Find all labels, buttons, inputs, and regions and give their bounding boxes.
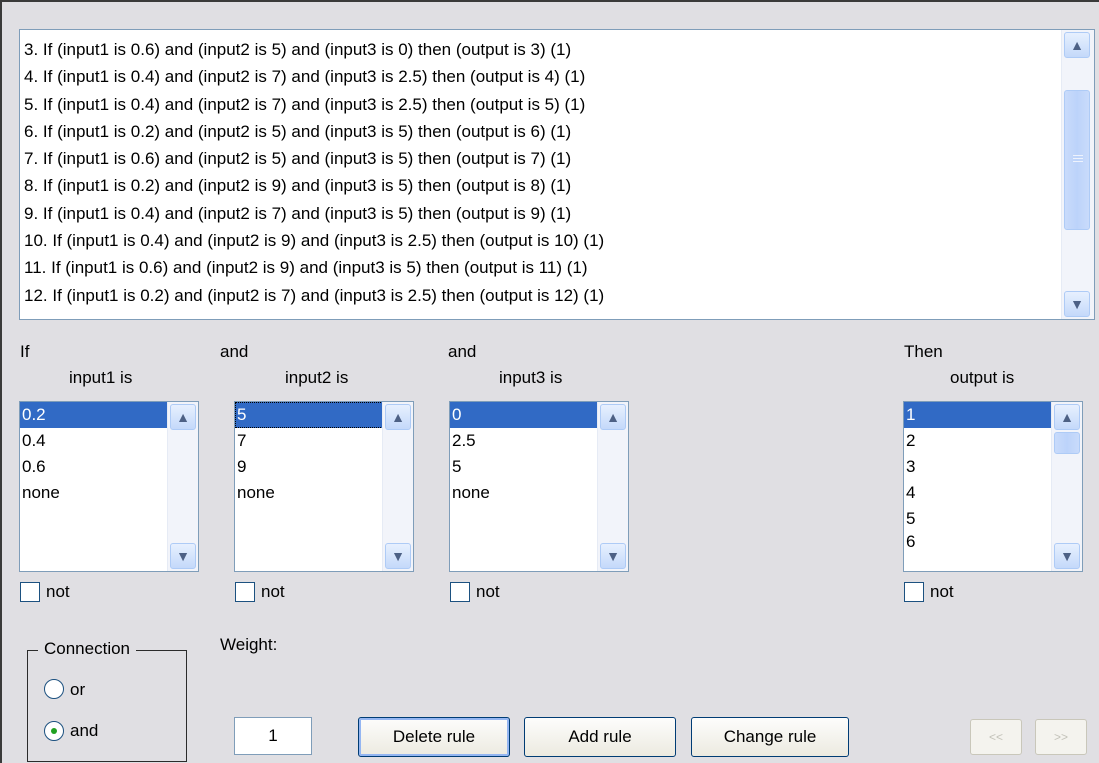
weight-input[interactable]: 1 [234, 717, 312, 755]
and-label-1: and [220, 342, 249, 361]
add-rule-button[interactable]: Add rule [524, 717, 676, 757]
not-label: not [476, 582, 500, 601]
input2-not-checkbox[interactable] [235, 582, 255, 602]
output-label: output is [950, 368, 1015, 387]
input2-label: input2 is [285, 368, 349, 387]
rule-line[interactable]: 9. If (input1 is 0.4) and (input2 is 7) … [24, 200, 1056, 227]
if-label: If [20, 342, 30, 361]
and-label-2: and [448, 342, 477, 361]
rules-list[interactable]: 3. If (input1 is 0.6) and (input2 is 5) … [19, 29, 1095, 320]
scroll-up-arrow-icon[interactable] [1064, 32, 1090, 58]
radio-dot-icon [51, 728, 57, 734]
rule-line[interactable]: 12. If (input1 is 0.2) and (input2 is 7)… [24, 282, 1056, 309]
delete-rule-button[interactable]: Delete rule [358, 717, 510, 757]
prev-rule-button[interactable]: << [970, 719, 1022, 755]
listbox-scrollbar[interactable] [167, 402, 198, 571]
and-radio[interactable] [44, 721, 64, 741]
change-rule-button[interactable]: Change rule [691, 717, 849, 757]
listbox-scrollbar[interactable] [1051, 402, 1082, 571]
or-radio[interactable] [44, 679, 64, 699]
input3-label: input3 is [499, 368, 563, 387]
input1-label: input1 is [69, 368, 133, 387]
rule-line[interactable]: 3. If (input1 is 0.6) and (input2 is 5) … [24, 36, 1056, 63]
rules-scrollbar[interactable] [1061, 30, 1094, 319]
scroll-up-arrow-icon[interactable] [170, 404, 196, 430]
input1-listbox[interactable]: 0.2 0.4 0.6 none [19, 401, 199, 572]
input2-listbox[interactable]: 5 7 9 none [234, 401, 414, 572]
scroll-down-arrow-icon[interactable] [600, 543, 626, 569]
scroll-down-arrow-icon[interactable] [1054, 543, 1080, 569]
scroll-up-arrow-icon[interactable] [385, 404, 411, 430]
output-listbox[interactable]: 1 2 3 4 5 6 [903, 401, 1083, 572]
rule-line[interactable]: 7. If (input1 is 0.6) and (input2 is 5) … [24, 145, 1056, 172]
scroll-down-arrow-icon[interactable] [385, 543, 411, 569]
rule-line[interactable]: 4. If (input1 is 0.4) and (input2 is 7) … [24, 63, 1056, 90]
rules-lines: 3. If (input1 is 0.6) and (input2 is 5) … [24, 36, 1056, 309]
next-rule-button[interactable]: >> [1035, 719, 1087, 755]
scroll-thumb[interactable] [1064, 90, 1090, 230]
not-label: not [930, 582, 954, 601]
and-label: and [70, 721, 99, 740]
scroll-up-arrow-icon[interactable] [1054, 404, 1080, 430]
scroll-up-arrow-icon[interactable] [600, 404, 626, 430]
rule-line[interactable]: 6. If (input1 is 0.2) and (input2 is 5) … [24, 118, 1056, 145]
listbox-scrollbar[interactable] [597, 402, 628, 571]
connection-group: Connection or and [27, 639, 187, 762]
or-label: or [70, 680, 86, 699]
listbox-scrollbar[interactable] [382, 402, 413, 571]
rule-line[interactable]: 8. If (input1 is 0.2) and (input2 is 9) … [24, 172, 1056, 199]
scroll-thumb-grip-icon [1073, 161, 1083, 162]
input1-not-checkbox[interactable] [20, 582, 40, 602]
scroll-down-arrow-icon[interactable] [170, 543, 196, 569]
input3-listbox[interactable]: 0 2.5 5 none [449, 401, 629, 572]
input3-not-checkbox[interactable] [450, 582, 470, 602]
weight-label: Weight: [220, 635, 278, 654]
scroll-thumb[interactable] [1054, 432, 1080, 454]
rule-line[interactable]: 5. If (input1 is 0.4) and (input2 is 7) … [24, 91, 1056, 118]
rule-line[interactable]: 11. If (input1 is 0.6) and (input2 is 9)… [24, 254, 1056, 281]
then-label: Then [904, 342, 943, 361]
not-label: not [46, 582, 70, 601]
scroll-thumb-grip-icon [1073, 155, 1083, 156]
not-label: not [261, 582, 285, 601]
scroll-thumb-grip-icon [1073, 158, 1083, 159]
connection-title: Connection [38, 639, 137, 659]
rule-editor-window: 3. If (input1 is 0.6) and (input2 is 5) … [0, 0, 1099, 763]
rule-line[interactable]: 10. If (input1 is 0.4) and (input2 is 9)… [24, 227, 1056, 254]
scroll-down-arrow-icon[interactable] [1064, 291, 1090, 317]
output-not-checkbox[interactable] [904, 582, 924, 602]
